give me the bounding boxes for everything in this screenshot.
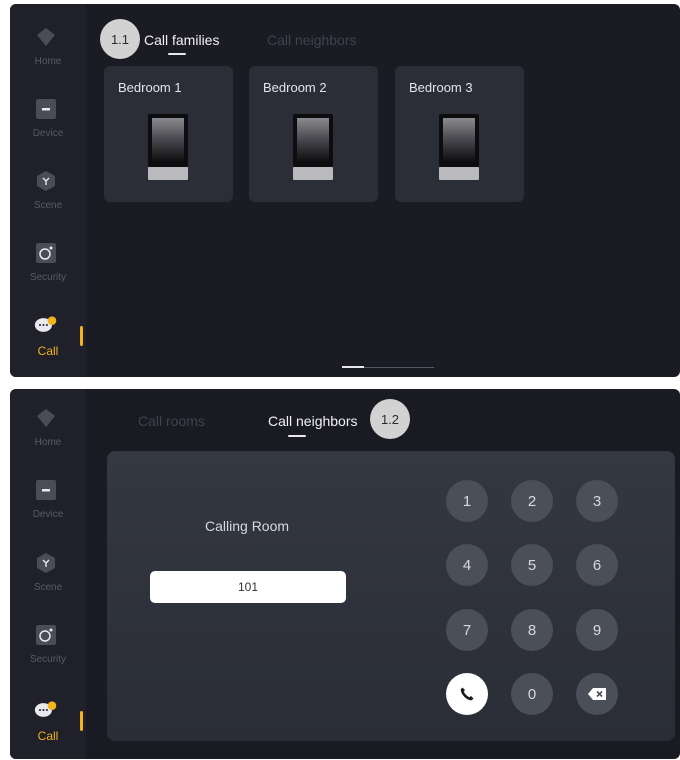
device-icon [34,98,58,120]
key-8[interactable]: 8 [511,609,553,651]
nav-label-security: Security [29,654,67,665]
call-chat-icon [34,314,58,336]
nav-label-device: Device [32,128,64,139]
room-name: Bedroom 2 [263,80,327,95]
scene-icon [34,170,58,192]
security-icon [34,242,58,264]
dial-panel: Calling Room 1 2 3 4 5 6 7 8 9 0 [107,451,675,741]
active-nav-indicator [80,326,83,346]
room-name: Bedroom 1 [118,80,182,95]
key-3[interactable]: 3 [576,480,618,522]
room-card-bedroom-2[interactable]: Bedroom 2 [249,66,378,202]
call-chat-icon [34,699,58,721]
tab-call-neighbors[interactable]: Call neighbors [268,413,358,429]
nav-call[interactable]: Call [10,314,86,376]
nav-label-home: Home [34,56,62,67]
indoor-monitor-icon [148,114,188,180]
key-6[interactable]: 6 [576,544,618,586]
security-icon [34,624,58,646]
call-neighbors-screen: Home Device Scene Security Call Call roo… [10,389,680,759]
nav-label-call: Call [37,729,59,743]
active-tab-underline [168,53,186,55]
step-badge: 1.1 [100,19,140,59]
indoor-monitor-icon [293,114,333,180]
key-7[interactable]: 7 [446,609,488,651]
nav-label-scene: Scene [33,582,63,593]
backspace-icon [587,687,607,701]
room-card-bedroom-3[interactable]: Bedroom 3 [395,66,524,202]
key-2[interactable]: 2 [511,480,553,522]
room-number-field[interactable] [150,571,346,603]
nav-label-scene: Scene [33,200,63,211]
calling-room-label: Calling Room [205,518,290,534]
room-name: Bedroom 3 [409,80,473,95]
page-indicator-current [342,366,364,368]
phone-icon [459,686,475,702]
nav-call[interactable]: Call [10,699,86,759]
active-nav-indicator [80,711,83,731]
nav-label-home: Home [34,437,62,448]
nav-home[interactable]: Home [10,26,86,88]
home-icon [34,407,58,429]
key-5[interactable]: 5 [511,544,553,586]
home-icon [34,26,58,48]
tab-call-families[interactable]: Call families [144,32,219,48]
scene-icon [34,552,58,574]
tab-call-neighbors[interactable]: Call neighbors [267,32,357,48]
call-button[interactable] [446,673,488,715]
indoor-monitor-icon [439,114,479,180]
key-4[interactable]: 4 [446,544,488,586]
key-9[interactable]: 9 [576,609,618,651]
nav-label-security: Security [29,272,67,283]
key-1[interactable]: 1 [446,480,488,522]
room-card-bedroom-1[interactable]: Bedroom 1 [104,66,233,202]
sidebar: Home Device Scene Security Call [10,4,86,377]
active-tab-underline [288,435,306,437]
call-families-screen: Home Device Scene Security Call 1.1 Call… [10,4,680,377]
nav-home[interactable]: Home [10,407,86,469]
nav-device[interactable]: Device [10,479,86,541]
nav-label-device: Device [32,509,64,520]
nav-security[interactable]: Security [10,624,86,686]
nav-scene[interactable]: Scene [10,552,86,614]
nav-device[interactable]: Device [10,98,86,160]
device-icon [34,479,58,501]
sidebar: Home Device Scene Security Call [10,389,86,759]
nav-security[interactable]: Security [10,242,86,304]
nav-scene[interactable]: Scene [10,170,86,232]
nav-label-call: Call [37,344,59,358]
backspace-button[interactable] [576,673,618,715]
key-0[interactable]: 0 [511,673,553,715]
step-badge: 1.2 [370,399,410,439]
tab-call-rooms[interactable]: Call rooms [138,413,205,429]
